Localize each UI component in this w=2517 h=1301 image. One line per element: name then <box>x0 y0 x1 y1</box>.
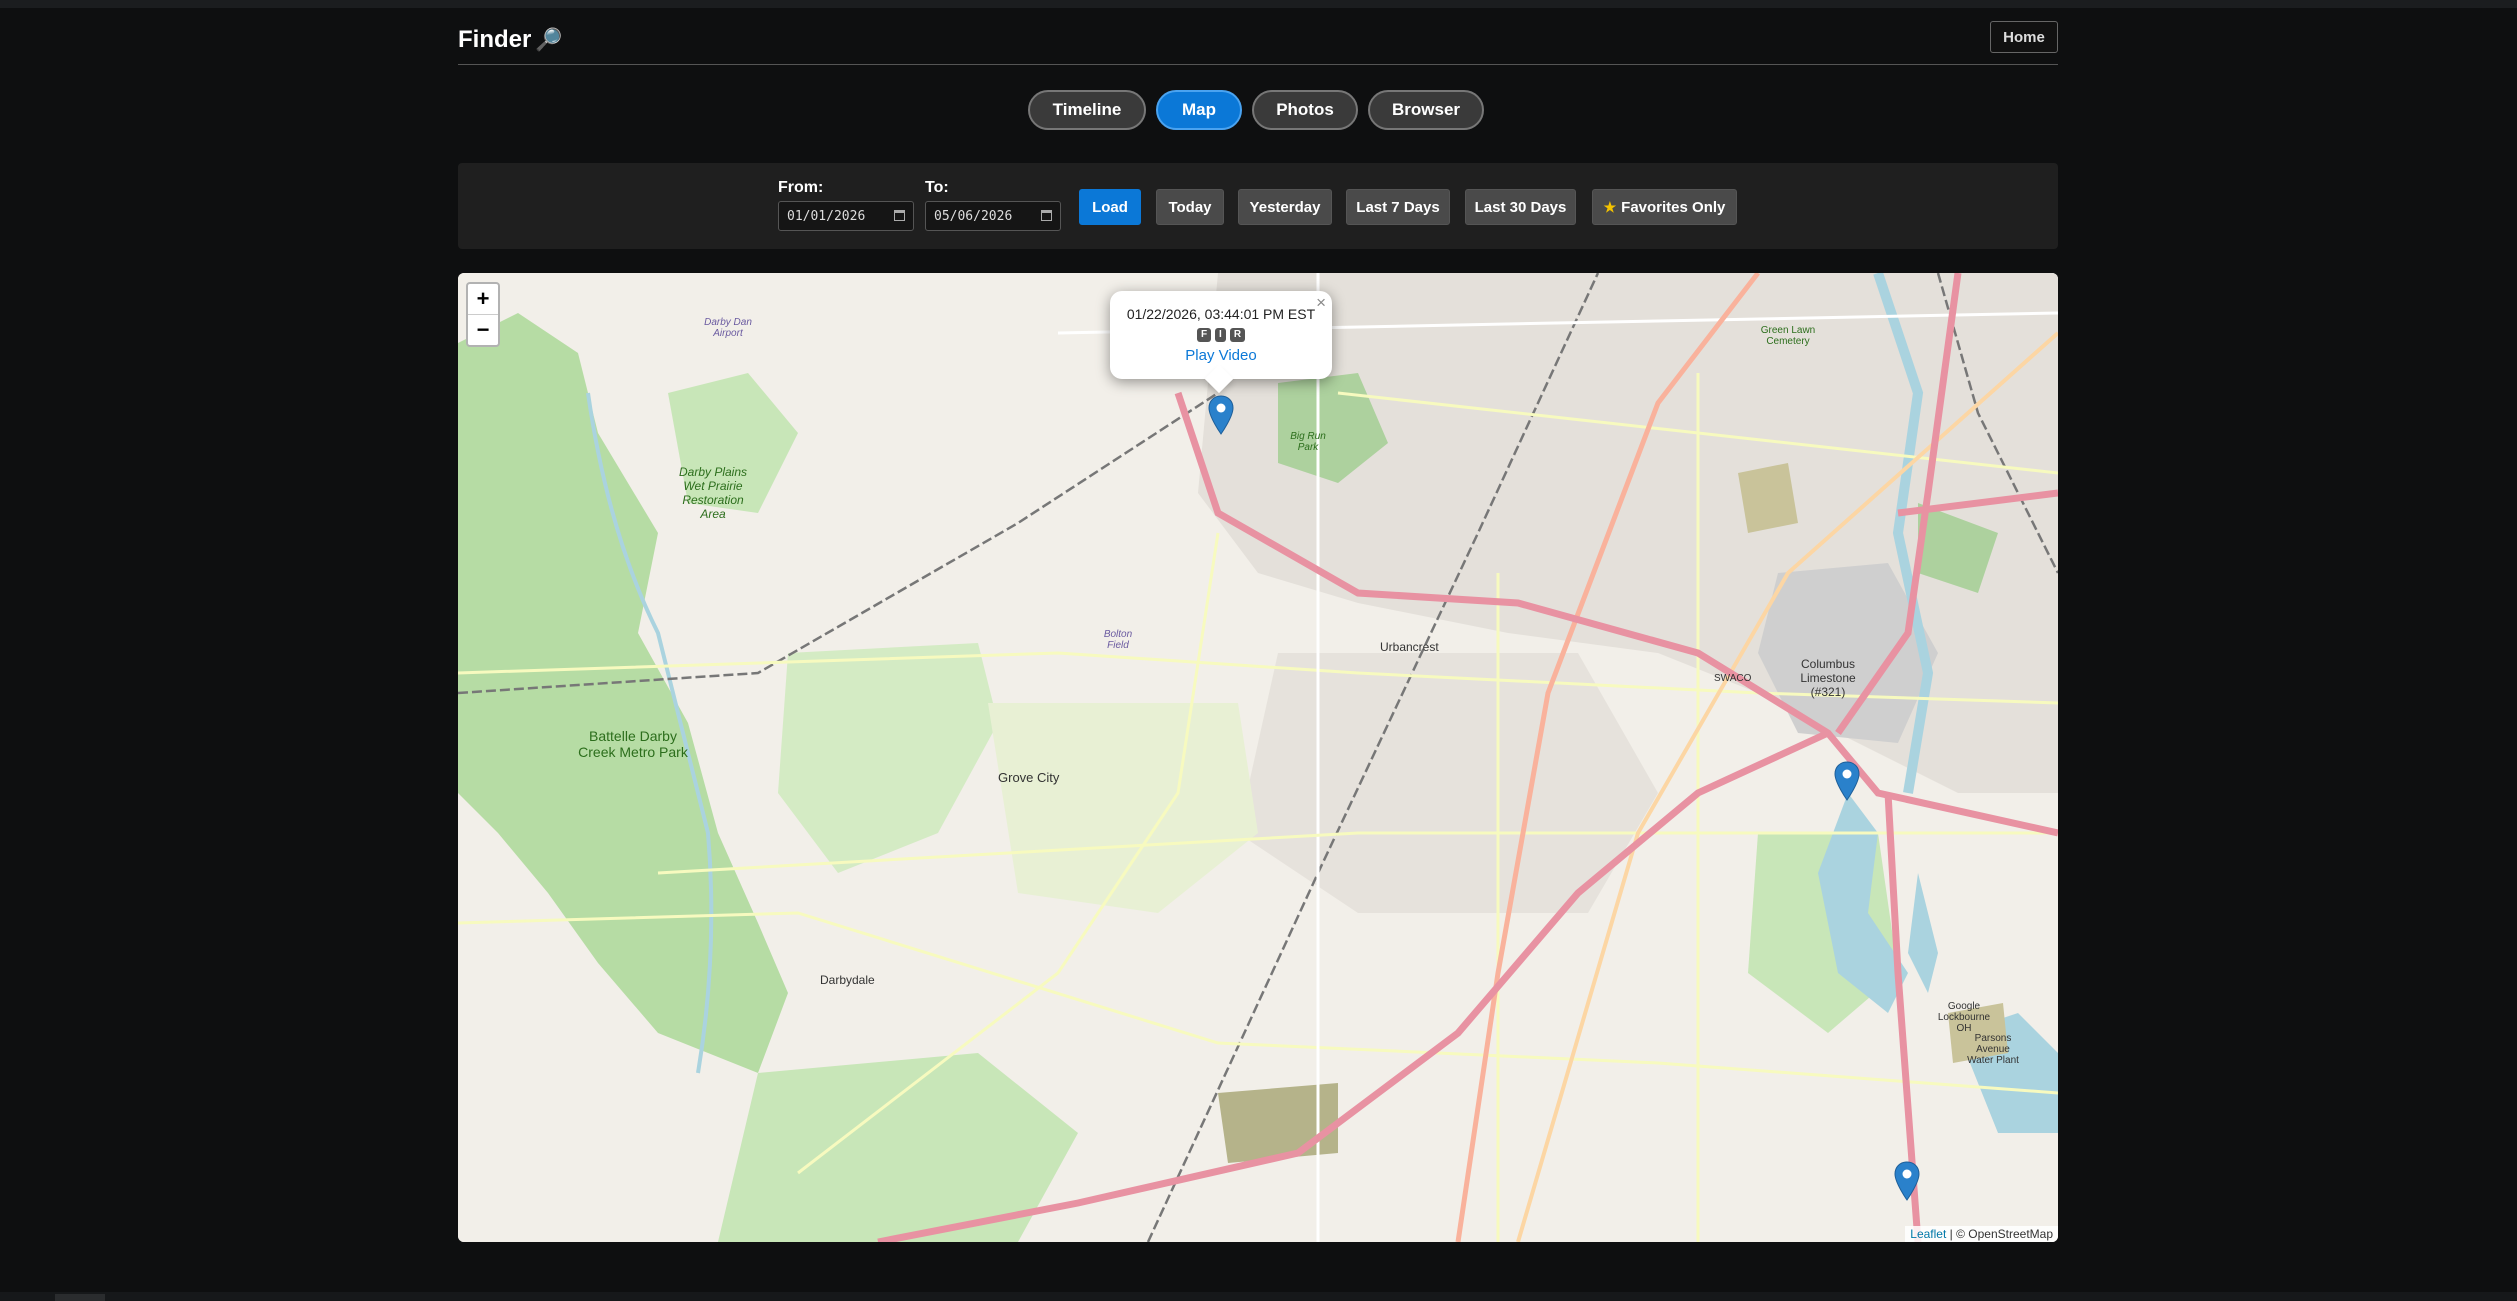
star-icon: ★ <box>1603 198 1617 215</box>
map-label-grove-city: Grove City <box>998 770 1060 785</box>
zoom-control: + − <box>466 282 500 347</box>
map-label-green-lawn: Green Lawn Cemetery <box>1760 325 1816 347</box>
to-label: To: <box>925 179 949 196</box>
map-attribution: Leaflet | © OpenStreetMap <box>1905 1226 2058 1242</box>
badge-i: I <box>1215 328 1226 342</box>
map-marker-icon[interactable] <box>1834 761 1860 801</box>
to-field-group: To: 05/06/2026 <box>925 179 1061 231</box>
tab-map[interactable]: Map <box>1156 90 1242 130</box>
to-date-input[interactable]: 05/06/2026 <box>925 201 1061 231</box>
header: Finder 🔎 Home <box>458 21 2058 65</box>
map-marker-icon[interactable] <box>1208 395 1234 435</box>
filter-toolbar: From: 01/01/2026 To: 05/06/2026 Load Tod… <box>458 163 2058 249</box>
map-label-columbus-limestone: Columbus Limestone (#321) <box>1800 657 1856 699</box>
badge-f: F <box>1196 328 1212 342</box>
play-video-link[interactable]: Play Video <box>1110 347 1332 364</box>
badge-r: R <box>1229 328 1246 342</box>
load-button[interactable]: Load <box>1079 189 1141 225</box>
leaflet-link[interactable]: Leaflet <box>1910 1227 1946 1241</box>
from-date-input[interactable]: 01/01/2026 <box>778 201 914 231</box>
from-date-value: 01/01/2026 <box>787 208 866 224</box>
from-field-group: From: 01/01/2026 <box>778 179 914 231</box>
favorites-label: Favorites Only <box>1621 198 1726 216</box>
map-label-darby-dan: Darby Dan Airport <box>704 317 752 339</box>
top-strip <box>0 0 2517 8</box>
calendar-icon[interactable] <box>894 210 905 221</box>
map-marker-icon[interactable] <box>1894 1161 1920 1201</box>
map-label-darbydale: Darbydale <box>820 973 875 987</box>
map-view[interactable]: Grove City Urbancrest Darbydale Battelle… <box>458 273 2058 1242</box>
popup-timestamp: 01/22/2026, 03:44:01 PM EST <box>1126 306 1316 322</box>
home-button[interactable]: Home <box>1990 21 2058 53</box>
map-label-darby-plains: Darby Plains Wet Prairie Restoration Are… <box>678 465 748 521</box>
map-tiles <box>458 273 2058 1242</box>
last-7-days-button[interactable]: Last 7 Days <box>1346 189 1450 225</box>
bottom-bar-segment <box>55 1294 105 1301</box>
from-label: From: <box>778 179 824 196</box>
map-label-urbancrest: Urbancrest <box>1380 640 1439 654</box>
map-label-parsons: Parsons Avenue Water Plant <box>1967 1033 2019 1066</box>
zoom-out-button[interactable]: − <box>468 315 498 345</box>
tab-browser[interactable]: Browser <box>1368 90 1484 130</box>
map-label-bolton: Bolton Field <box>1103 629 1133 651</box>
zoom-in-button[interactable]: + <box>468 284 498 315</box>
tab-photos[interactable]: Photos <box>1252 90 1358 130</box>
favorites-only-button[interactable]: ★ Favorites Only <box>1592 189 1737 225</box>
view-tabs: Timeline Map Photos Browser <box>1028 90 1484 130</box>
magnifier-icon: 🔎 <box>535 27 563 52</box>
today-button[interactable]: Today <box>1156 189 1224 225</box>
brand: Finder 🔎 <box>458 26 563 54</box>
map-label-big-run: Big Run Park <box>1290 431 1326 453</box>
calendar-icon[interactable] <box>1041 210 1052 221</box>
popup-close-button[interactable]: × <box>1316 293 1326 313</box>
osm-attribution: | © OpenStreetMap <box>1949 1227 2053 1241</box>
tab-timeline[interactable]: Timeline <box>1028 90 1146 130</box>
yesterday-button[interactable]: Yesterday <box>1238 189 1332 225</box>
map-label-google: Google Lockbourne OH <box>1937 1001 1991 1034</box>
map-label-swaco: SWACO <box>1714 673 1752 684</box>
bottom-bar <box>0 1292 2517 1301</box>
last-30-days-button[interactable]: Last 30 Days <box>1465 189 1576 225</box>
popup-badges: F I R <box>1110 328 1332 342</box>
map-label-battelle: Battelle Darby Creek Metro Park <box>578 728 688 760</box>
marker-popup: × 01/22/2026, 03:44:01 PM EST F I R Play… <box>1110 291 1332 394</box>
app-title: Finder <box>458 26 532 53</box>
to-date-value: 05/06/2026 <box>934 208 1013 224</box>
